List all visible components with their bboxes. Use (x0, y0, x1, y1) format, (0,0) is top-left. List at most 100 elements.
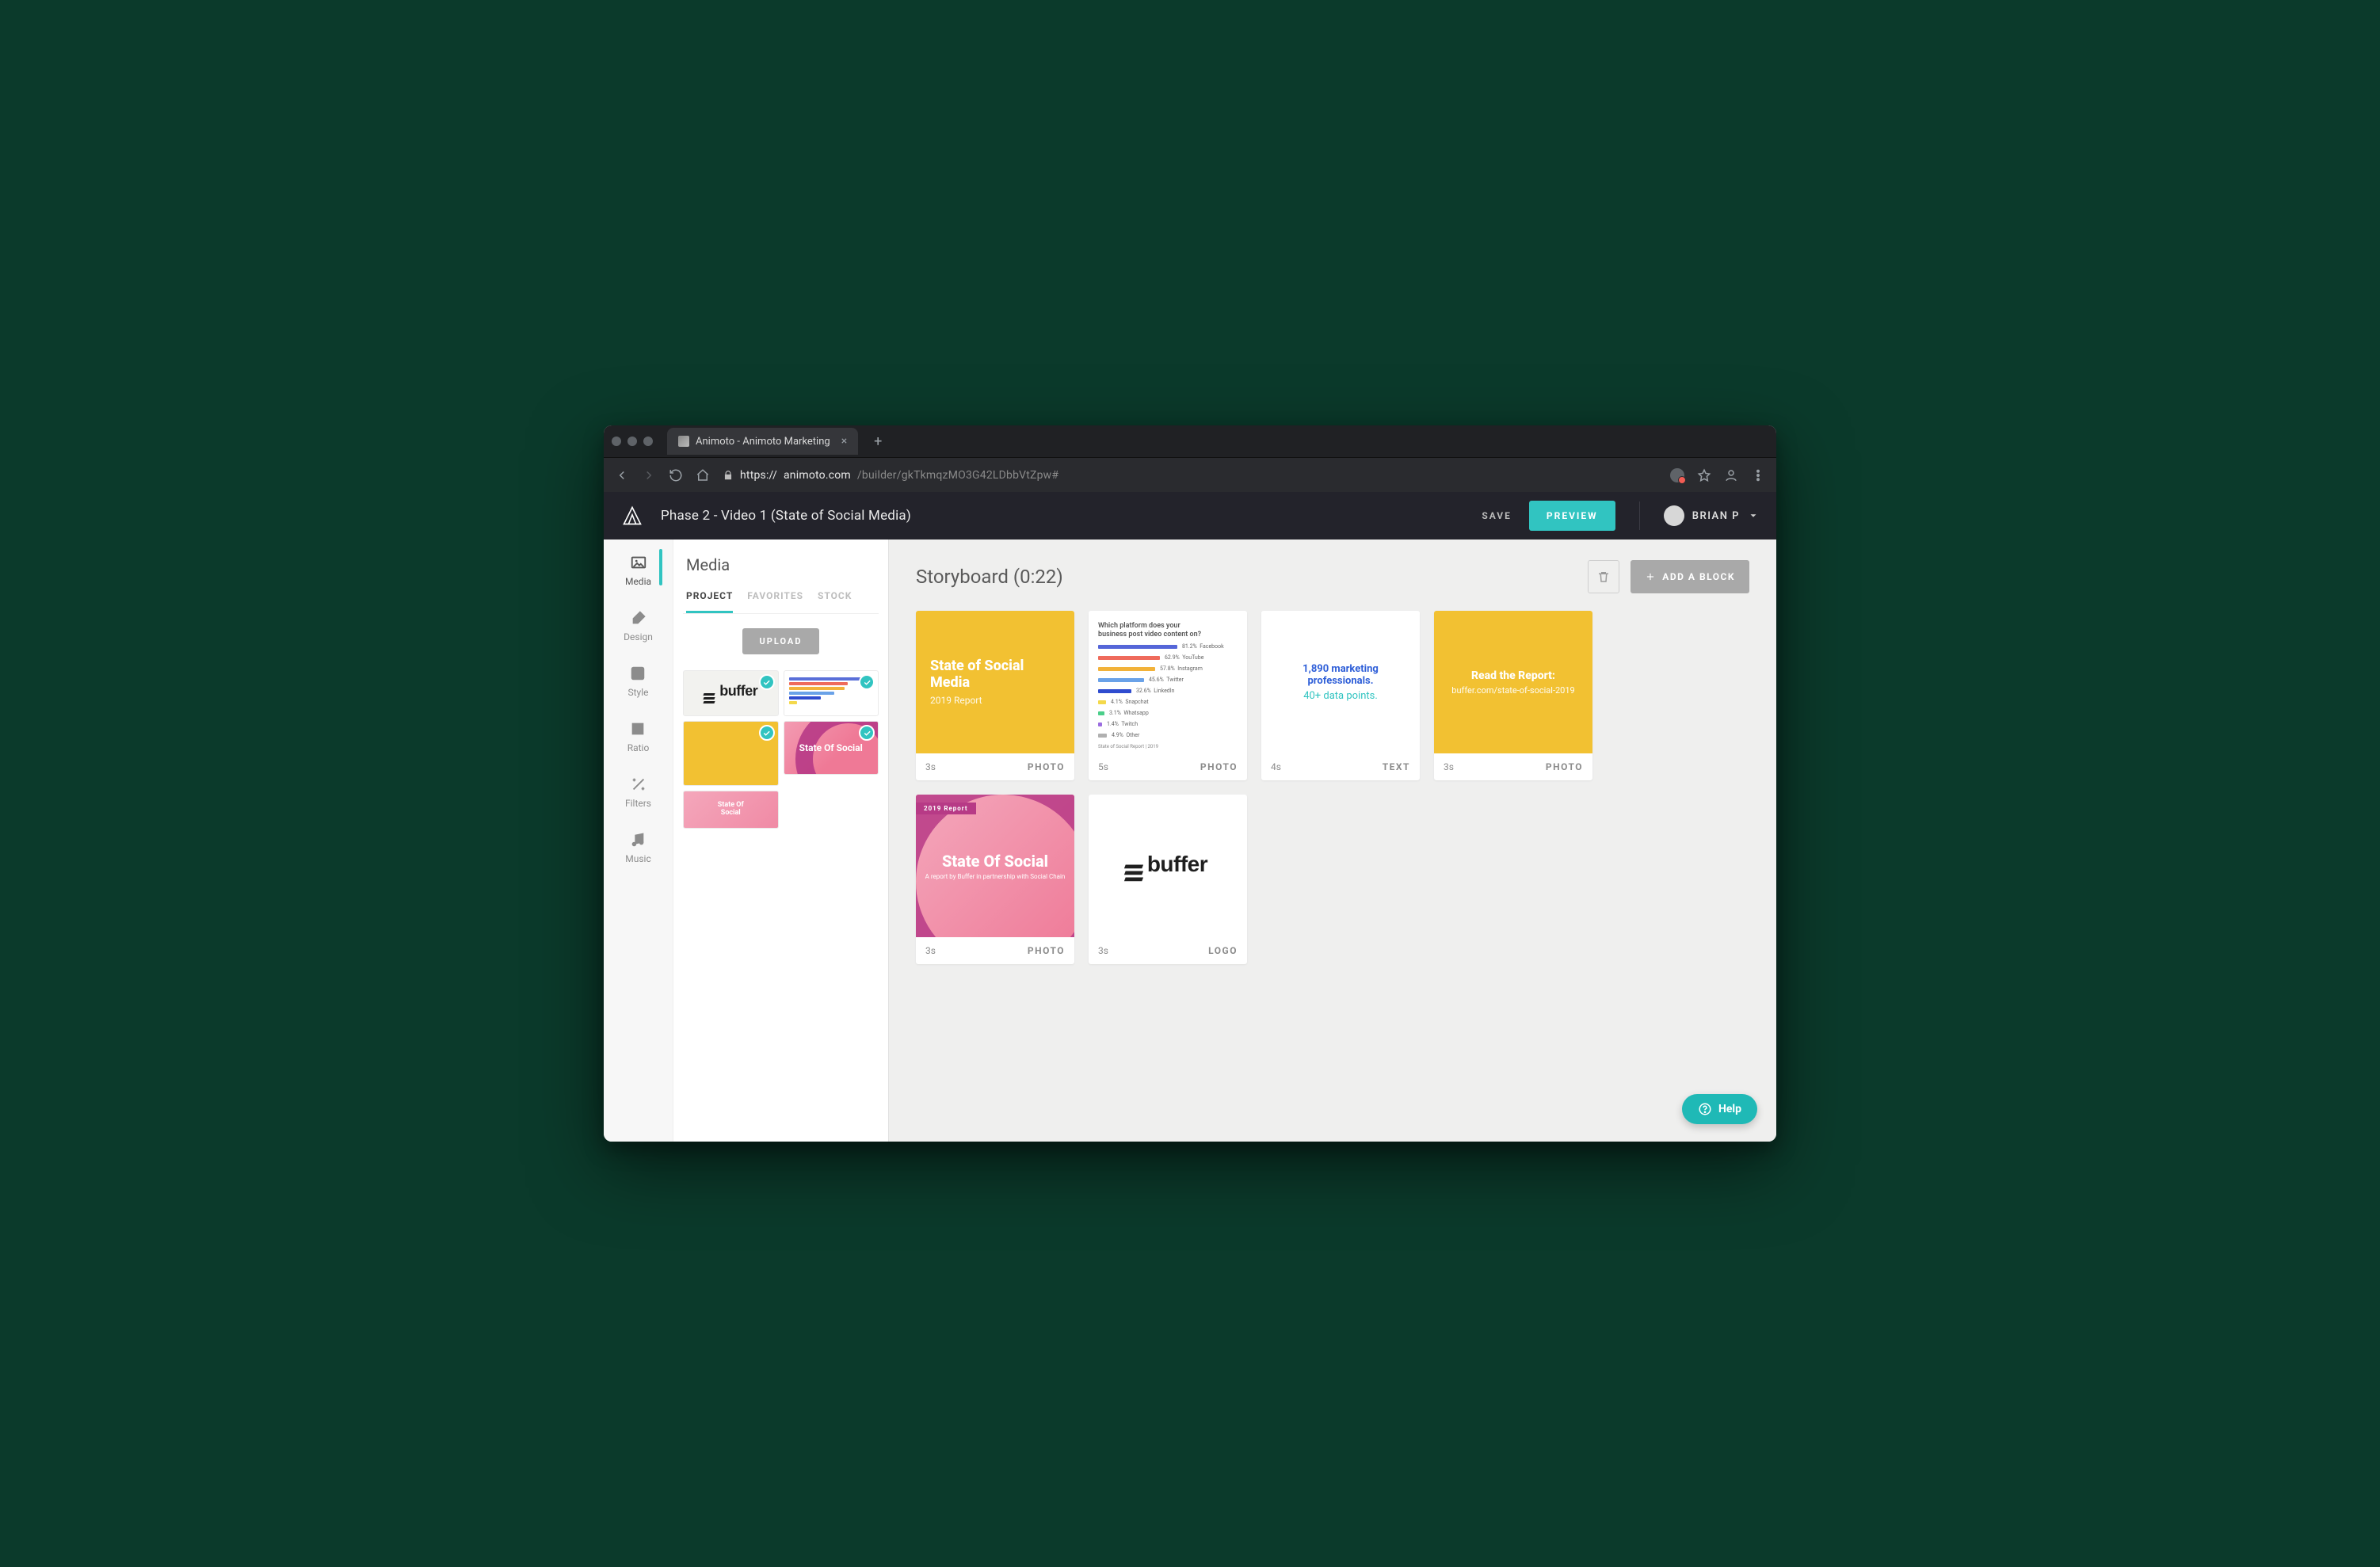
help-button[interactable]: Help (1682, 1094, 1757, 1124)
band-label: 2019 Report (916, 803, 976, 814)
block-duration: 3s (1444, 761, 1454, 772)
window-traffic-lights (612, 437, 653, 446)
project-title: Phase 2 - Video 1 (State of Social Media… (661, 508, 1464, 524)
divider (1639, 501, 1640, 530)
selected-check-icon (759, 674, 775, 690)
selected-check-icon (859, 725, 875, 741)
text-line-2: 40+ data points. (1303, 690, 1378, 702)
rail-label: Ratio (627, 742, 650, 753)
chart-source: State of Social Report | 2019 (1098, 744, 1238, 749)
media-thumbnails: buffer State Of Social (683, 670, 879, 829)
browser-window: Animoto - Animoto Marketing × + https://… (604, 425, 1776, 1142)
storyboard-block[interactable]: 2019 Report State Of Social A report by Bu… (916, 795, 1074, 964)
storyboard-area: Storyboard (0:22) ADD A BLOCK State of S… (889, 539, 1776, 1142)
user-menu[interactable]: BRIAN P (1664, 505, 1759, 526)
media-panel-title: Media (686, 555, 875, 574)
media-tab-project[interactable]: PROJECT (686, 582, 733, 613)
rail-label: Style (627, 687, 648, 698)
media-thumb-pink-small[interactable]: State Of Social (683, 791, 779, 829)
block-type: LOGO (1208, 945, 1238, 956)
trash-icon (1596, 570, 1611, 584)
selected-check-icon (759, 725, 775, 741)
browser-chrome: Animoto - Animoto Marketing × + https://… (604, 425, 1776, 492)
star-icon[interactable] (1697, 468, 1711, 482)
forward-icon[interactable] (642, 468, 656, 482)
rail-media[interactable]: Media (625, 554, 651, 587)
left-rail: Media Design Style Ratio Filters (604, 539, 673, 1142)
reload-icon[interactable] (669, 468, 683, 482)
block-duration: 3s (1098, 945, 1108, 956)
address-bar[interactable]: https://animoto.com/builder/gkTkmqzMO3G4… (723, 469, 1657, 482)
tab-favicon (678, 436, 689, 447)
block-type: PHOTO (1546, 761, 1583, 772)
rail-label: Filters (625, 798, 651, 809)
block-duration: 4s (1271, 761, 1281, 772)
media-thumb-yellow[interactable] (683, 721, 779, 786)
close-tab-icon[interactable]: × (841, 435, 847, 448)
lock-icon (723, 470, 734, 481)
block-title: State of Social Media (930, 658, 1060, 691)
account-icon[interactable] (1724, 468, 1738, 482)
extension-icon[interactable] (1670, 468, 1684, 482)
rail-filters[interactable]: Filters (625, 776, 651, 809)
rail-label: Design (624, 631, 653, 642)
storyboard-title: Storyboard (0:22) (916, 566, 1063, 588)
chart-question: Which platform does your business post v… (1098, 622, 1209, 639)
storyboard-block[interactable]: Read the Report: buffer.com/state-of-soci… (1434, 611, 1592, 780)
media-tab-favorites[interactable]: FAVORITES (747, 582, 803, 613)
block-title: State Of Social (942, 852, 1048, 870)
plus-icon (1645, 571, 1656, 582)
media-thumb-buffer[interactable]: buffer (683, 670, 779, 716)
media-thumb-pink[interactable]: State Of Social (784, 721, 879, 775)
logo-word: buffer (1128, 853, 1207, 879)
text-line-1: 1,890 marketing professionals. (1272, 663, 1409, 687)
storyboard-block[interactable]: buffer 3s LOGO (1089, 795, 1247, 964)
storyboard-blocks: State of Social Media 2019 Report 3s PHOTO W… (916, 611, 1749, 964)
upload-button[interactable]: UPLOAD (742, 628, 820, 654)
style-icon (629, 665, 646, 682)
read-url: buffer.com/state-of-social-2019 (1451, 685, 1574, 696)
maximize-window-dot[interactable] (643, 437, 653, 446)
rail-style[interactable]: Style (627, 665, 648, 698)
block-subtitle: A report by Buffer in partnership with S… (925, 873, 1066, 880)
browser-tab[interactable]: Animoto - Animoto Marketing × (667, 428, 858, 455)
wand-icon (630, 776, 647, 793)
read-title: Read the Report: (1471, 669, 1555, 682)
save-button[interactable]: SAVE (1482, 510, 1512, 521)
block-type: PHOTO (1028, 761, 1065, 772)
storyboard-block[interactable]: Which platform does your business post v… (1089, 611, 1247, 780)
url-host: animoto.com (784, 469, 851, 482)
media-thumb-chart[interactable] (784, 670, 879, 716)
minimize-window-dot[interactable] (627, 437, 637, 446)
url-scheme: https:// (740, 469, 777, 482)
home-icon[interactable] (696, 468, 710, 482)
music-icon (629, 831, 646, 848)
rail-label: Media (625, 576, 651, 587)
animoto-logo-icon[interactable] (621, 505, 643, 527)
rail-ratio[interactable]: Ratio (627, 720, 650, 753)
user-name: BRIAN P (1692, 510, 1740, 522)
avatar (1664, 505, 1684, 526)
selected-check-icon (859, 674, 875, 690)
delete-block-button[interactable] (1588, 560, 1619, 593)
media-panel: Media PROJECT FAVORITES STOCK UPLOAD buf… (673, 539, 889, 1142)
block-type: TEXT (1383, 761, 1410, 772)
close-window-dot[interactable] (612, 437, 621, 446)
brush-icon (630, 609, 647, 627)
block-duration: 3s (925, 761, 936, 772)
chevron-down-icon (1748, 510, 1759, 521)
preview-button[interactable]: PREVIEW (1529, 501, 1615, 531)
block-duration: 5s (1098, 761, 1108, 772)
block-duration: 3s (925, 945, 936, 956)
rail-music[interactable]: Music (625, 831, 650, 864)
storyboard-block[interactable]: State of Social Media 2019 Report 3s PHOTO (916, 611, 1074, 780)
new-tab-button[interactable]: + (868, 431, 888, 452)
rail-design[interactable]: Design (624, 609, 653, 642)
media-tab-stock[interactable]: STOCK (818, 582, 852, 613)
add-block-button[interactable]: ADD A BLOCK (1631, 560, 1749, 593)
storyboard-block[interactable]: 1,890 marketing professionals. 40+ data p… (1261, 611, 1420, 780)
block-subtitle: 2019 Report (930, 695, 1060, 706)
back-icon[interactable] (615, 468, 629, 482)
ratio-icon (629, 720, 646, 738)
kebab-menu-icon[interactable] (1751, 468, 1765, 482)
